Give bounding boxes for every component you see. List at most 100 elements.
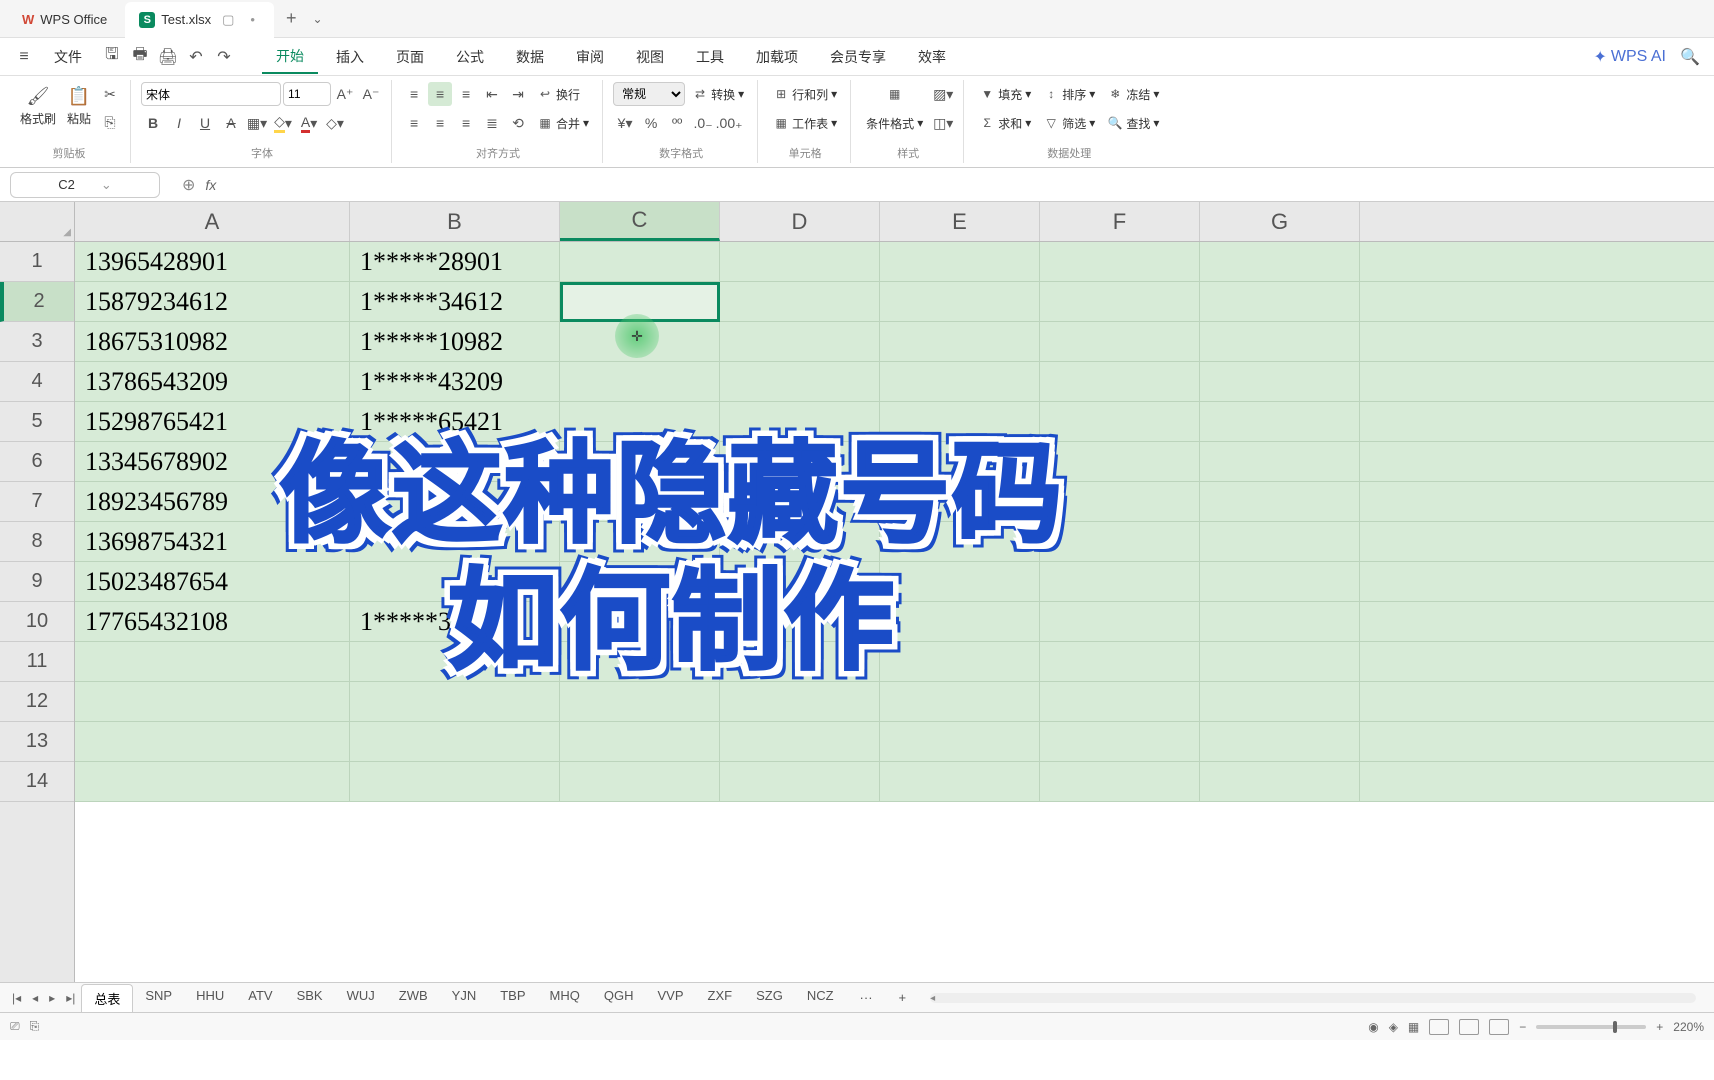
search-icon[interactable]: 🔍 — [1678, 45, 1702, 69]
cell-D14[interactable] — [720, 762, 880, 801]
menu-tab-start[interactable]: 开始 — [262, 40, 318, 74]
row-header-8[interactable]: 8 — [0, 522, 74, 562]
cell-F11[interactable] — [1040, 642, 1200, 681]
cell-A12[interactable] — [75, 682, 350, 721]
undo-icon[interactable]: ↶ — [184, 45, 208, 69]
cell-F1[interactable] — [1040, 242, 1200, 281]
sheet-tab-ZWB[interactable]: ZWB — [387, 984, 440, 1012]
row-header-1[interactable]: 1 — [0, 242, 74, 282]
view-page-button[interactable] — [1459, 1019, 1479, 1035]
fx-icon[interactable]: fx — [205, 177, 216, 193]
orientation-icon[interactable]: ⟲ — [506, 111, 530, 135]
cell-D13[interactable] — [720, 722, 880, 761]
cell-G7[interactable] — [1200, 482, 1360, 521]
zoom-preview-icon[interactable]: ⊕ — [182, 175, 195, 195]
cell-E1[interactable] — [880, 242, 1040, 281]
column-header-G[interactable]: G — [1200, 202, 1360, 241]
row-header-14[interactable]: 14 — [0, 762, 74, 802]
rows-cols-button[interactable]: ⊞ 行和列▾ — [768, 82, 842, 106]
sheet-next-icon[interactable]: ▸ — [45, 989, 59, 1007]
row-header-11[interactable]: 11 — [0, 642, 74, 682]
menu-tab-data[interactable]: 数据 — [502, 41, 558, 73]
sheet-tab-ZXF[interactable]: ZXF — [696, 984, 745, 1012]
zoom-in-button[interactable]: + — [1656, 1020, 1663, 1034]
decrease-font-icon[interactable]: A⁻ — [359, 82, 383, 106]
worksheet-button[interactable]: ▦ 工作表▾ — [768, 111, 842, 135]
sheet-tab-VVP[interactable]: VVP — [646, 984, 696, 1012]
border-button[interactable]: ▦▾ — [245, 111, 269, 135]
align-middle-icon[interactable]: ≡ — [428, 82, 452, 106]
filter-button[interactable]: ▽筛选▾ — [1038, 111, 1100, 135]
cell-C14[interactable] — [560, 762, 720, 801]
zoom-slider[interactable] — [1536, 1025, 1646, 1029]
status-diamond-icon[interactable]: ◈ — [1389, 1020, 1398, 1034]
status-grid-icon[interactable]: ▦ — [1408, 1020, 1419, 1034]
column-header-F[interactable]: F — [1040, 202, 1200, 241]
status-cursor-icon[interactable]: ⎘ — [30, 1019, 40, 1034]
cell-F4[interactable] — [1040, 362, 1200, 401]
view-break-button[interactable] — [1489, 1019, 1509, 1035]
cut-icon[interactable]: ✂ — [98, 82, 122, 106]
cell-F9[interactable] — [1040, 562, 1200, 601]
sheet-tab-ATV[interactable]: ATV — [236, 984, 284, 1012]
comma-icon[interactable]: ºº — [665, 111, 689, 135]
print-quick-icon[interactable]: 🖶 — [128, 45, 152, 69]
menu-tab-efficiency[interactable]: 效率 — [904, 41, 960, 73]
fill-button[interactable]: ▼填充▾ — [974, 82, 1036, 106]
status-record-icon[interactable]: ⎚ — [10, 1019, 20, 1034]
align-justify-icon[interactable]: ≣ — [480, 111, 504, 135]
merge-button[interactable]: ▦ 合并▾ — [532, 111, 594, 135]
sheet-more-button[interactable]: ··· — [848, 986, 885, 1009]
cell-A2[interactable]: 15879234612 — [75, 282, 350, 321]
wrap-text-button[interactable]: ↩ 换行 — [532, 82, 585, 106]
cell-C1[interactable] — [560, 242, 720, 281]
menu-tab-page[interactable]: 页面 — [382, 41, 438, 73]
file-tab-active[interactable]: S Test.xlsx ▢ • — [125, 2, 274, 38]
cell-style-icon[interactable]: ▨▾ — [931, 82, 955, 106]
print-preview-icon[interactable]: 🖨 — [156, 45, 180, 69]
number-format-select[interactable]: 常规 — [613, 82, 685, 106]
sheet-tab-SNP[interactable]: SNP — [133, 984, 184, 1012]
tab-dot-icon[interactable]: • — [245, 12, 260, 27]
cell-G3[interactable] — [1200, 322, 1360, 361]
sheet-prev-icon[interactable]: ◂ — [28, 989, 42, 1007]
cell-F3[interactable] — [1040, 322, 1200, 361]
sheet-tab-WUJ[interactable]: WUJ — [335, 984, 387, 1012]
menu-tab-vip[interactable]: 会员专享 — [816, 41, 900, 73]
indent-increase-icon[interactable]: ⇥ — [506, 82, 530, 106]
align-right-icon[interactable]: ≡ — [454, 111, 478, 135]
cell-G2[interactable] — [1200, 282, 1360, 321]
cell-B3[interactable]: 1*****10982 — [350, 322, 560, 361]
cell-C4[interactable] — [560, 362, 720, 401]
cell-E12[interactable] — [880, 682, 1040, 721]
copy-icon[interactable]: ⎘ — [98, 110, 122, 134]
underline-button[interactable]: U — [193, 111, 217, 135]
horizontal-scrollbar[interactable]: ◂ — [930, 993, 1696, 1003]
sheet-first-icon[interactable]: |◂ — [8, 989, 25, 1007]
cell-D1[interactable] — [720, 242, 880, 281]
increase-decimal-icon[interactable]: .00₊ — [717, 111, 741, 135]
row-header-7[interactable]: 7 — [0, 482, 74, 522]
table-style-button[interactable]: ▦ — [861, 82, 928, 106]
cell-C12[interactable] — [560, 682, 720, 721]
status-eye-icon[interactable]: ◉ — [1368, 1020, 1378, 1034]
new-tab-button[interactable]: + — [278, 8, 305, 29]
redo-icon[interactable]: ↷ — [212, 45, 236, 69]
menu-tab-tools[interactable]: 工具 — [682, 41, 738, 73]
bold-button[interactable]: B — [141, 111, 165, 135]
cell-A3[interactable]: 18675310982 — [75, 322, 350, 361]
align-center-icon[interactable]: ≡ — [428, 111, 452, 135]
sheet-tab-NCZ[interactable]: NCZ — [795, 984, 846, 1012]
column-header-D[interactable]: D — [720, 202, 880, 241]
sheet-tab-TBP[interactable]: TBP — [488, 984, 537, 1012]
convert-button[interactable]: ⇄ 转换▾ — [687, 82, 749, 106]
tab-menu-dropdown[interactable]: ⌄ — [304, 12, 330, 26]
cell-A14[interactable] — [75, 762, 350, 801]
percent-icon[interactable]: % — [639, 111, 663, 135]
column-header-A[interactable]: A — [75, 202, 350, 241]
row-header-9[interactable]: 9 — [0, 562, 74, 602]
column-header-C[interactable]: C — [560, 202, 720, 241]
row-header-12[interactable]: 12 — [0, 682, 74, 722]
row-header-5[interactable]: 5 — [0, 402, 74, 442]
cell-A13[interactable] — [75, 722, 350, 761]
